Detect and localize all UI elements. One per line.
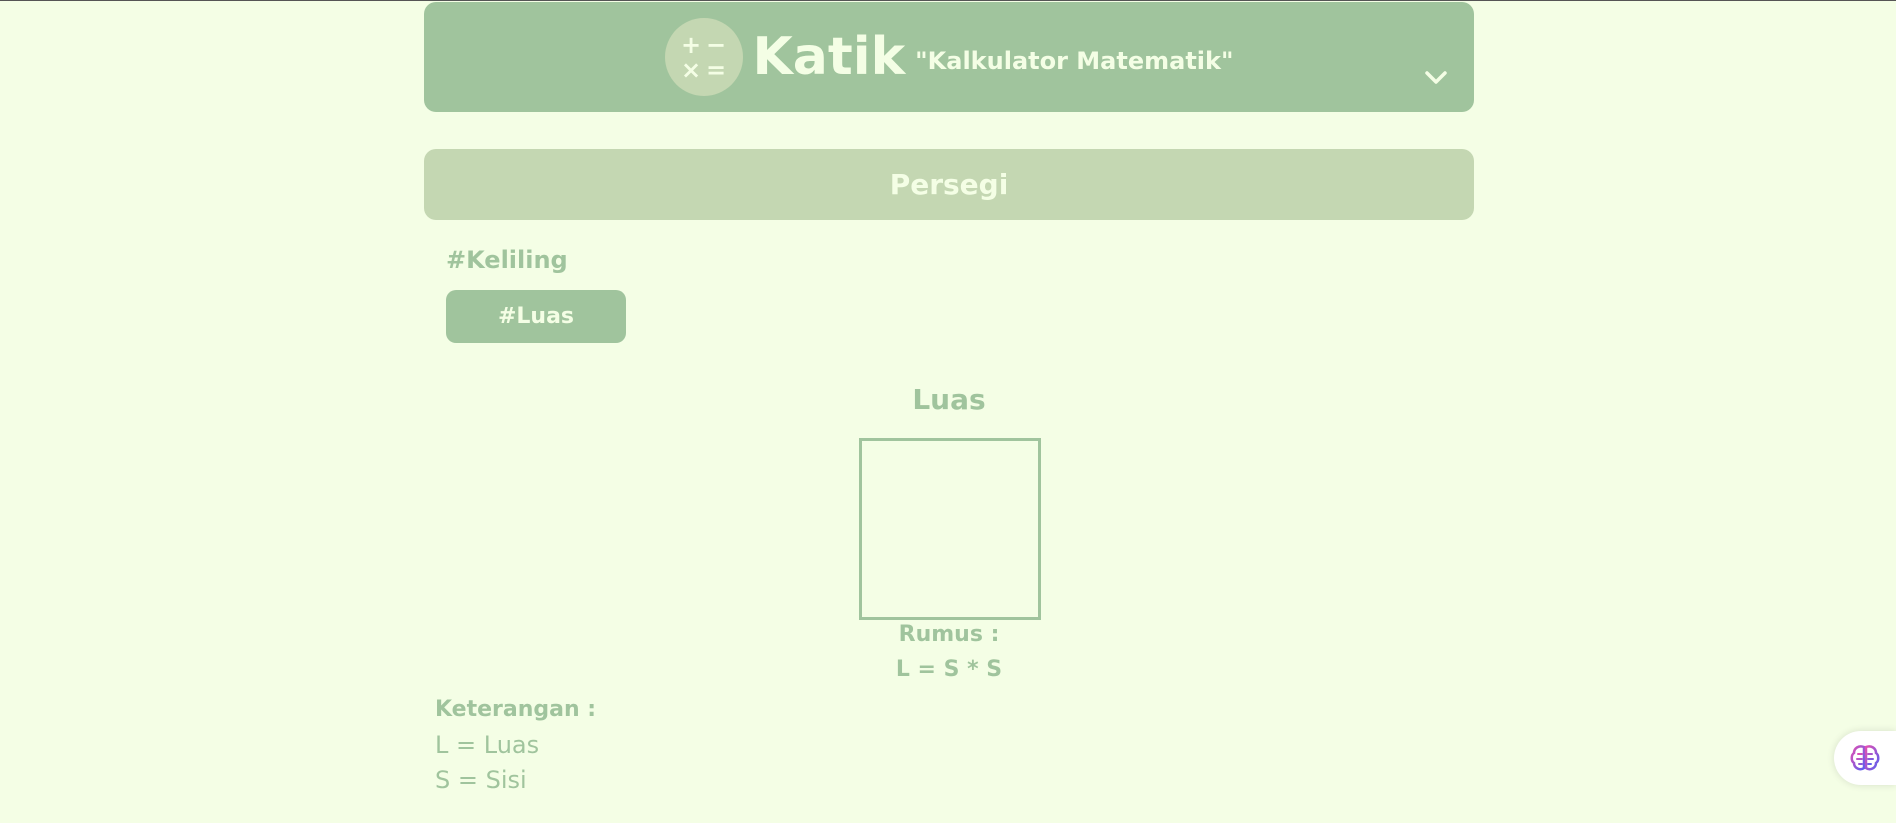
legend-line-luas: L = Luas <box>435 731 540 759</box>
sub-nav: #Keliling #Luas <box>446 246 1474 343</box>
legend: Keterangan : L = Luas S = Sisi <box>435 697 596 801</box>
shape-title-bar: Persegi <box>424 149 1474 220</box>
luas-button[interactable]: #Luas <box>446 290 626 343</box>
header: + − × = Katik "Kalkulator Matematik" <box>424 2 1474 112</box>
calculator-logo-icon: + − × = <box>664 18 743 96</box>
keliling-link[interactable]: #Keliling <box>446 246 1474 276</box>
chevron-down-icon[interactable] <box>1424 70 1448 86</box>
shape-title: Persegi <box>889 168 1009 201</box>
brain-icon <box>1850 745 1880 771</box>
formula-label: Rumus : <box>898 622 1000 647</box>
times-symbol: × <box>680 55 702 84</box>
assistant-button[interactable] <box>1834 731 1896 785</box>
section-title: Luas <box>912 383 986 416</box>
app-subtitle: "Kalkulator Matematik" <box>915 47 1234 75</box>
minus-symbol: − <box>705 30 727 59</box>
square-illustration <box>859 438 1041 620</box>
luas-button-label: #Luas <box>497 304 575 329</box>
equals-symbol: = <box>705 55 727 84</box>
legend-line-sisi: S = Sisi <box>435 766 527 794</box>
formula-text: L = S * S <box>895 657 1003 682</box>
legend-title: Keterangan : <box>435 697 597 722</box>
plus-symbol: + <box>680 30 702 59</box>
page-container: + − × = Katik "Kalkulator Matematik" Per… <box>424 2 1474 794</box>
app-title: Katik <box>752 27 906 87</box>
